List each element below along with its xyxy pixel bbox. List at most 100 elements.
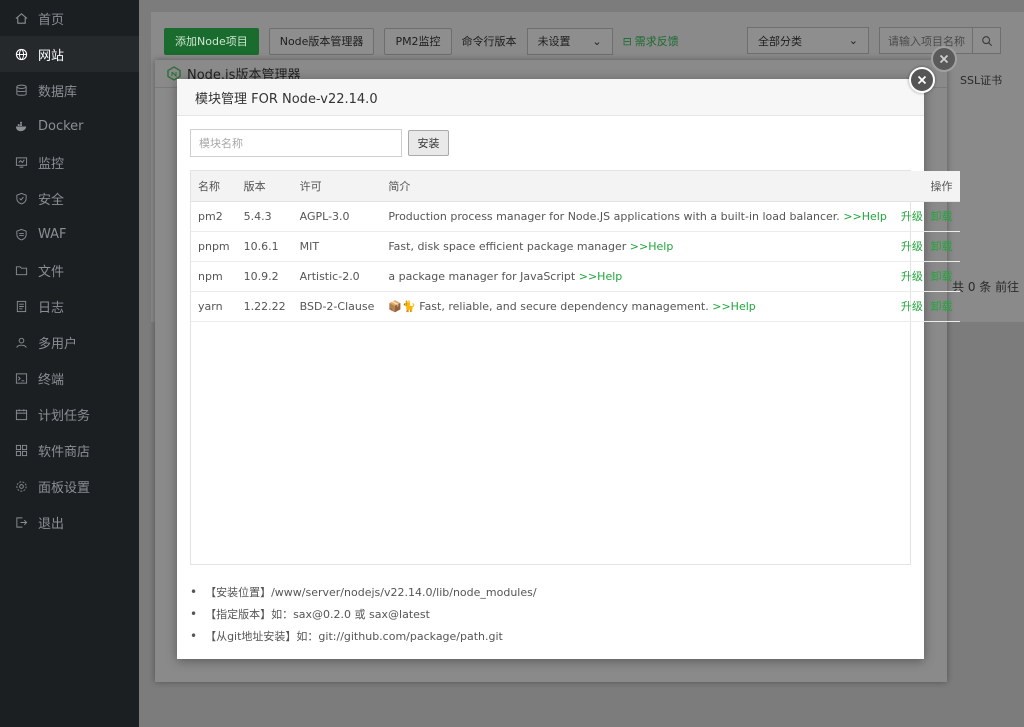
module-desc-cell: 📦🐈 Fast, reliable, and secure dependency… — [381, 291, 894, 322]
sidebar-item-label: 首页 — [38, 12, 65, 28]
right-tools: 全部分类 ⌄ 请输入项目名称 — [747, 27, 1001, 54]
ops-separator: | — [924, 300, 929, 313]
uninstall-link[interactable]: 卸载 — [931, 210, 953, 223]
module-version: 10.6.1 — [236, 231, 293, 262]
category-select[interactable]: 全部分类 ⌄ — [747, 27, 869, 54]
install-button[interactable]: 安装 — [408, 130, 449, 156]
close-icon — [939, 54, 949, 64]
help-link[interactable]: >>Help — [712, 300, 756, 313]
tip-item: 【安装位置】/www/server/nodejs/v22.14.0/lib/no… — [190, 581, 537, 603]
help-link[interactable]: >>Help — [630, 240, 674, 253]
uninstall-link[interactable]: 卸载 — [931, 240, 953, 253]
module-ops: 升级 | 卸载 — [893, 291, 960, 322]
module-desc-cell: Production process manager for Node.JS a… — [381, 201, 894, 232]
col-name-header: 名称 — [191, 171, 237, 202]
tip-item: 【从git地址安装】如：git://github.com/package/pat… — [190, 625, 537, 647]
module-desc: Production process manager for Node.JS a… — [388, 209, 840, 223]
search-icon[interactable] — [972, 28, 1000, 53]
module-name: yarn — [191, 291, 237, 322]
col-version-header: 版本 — [236, 171, 293, 202]
sidebar-item-website[interactable]: 网站 — [0, 36, 139, 72]
module-desc-cell: Fast, disk space efficient package manag… — [381, 231, 894, 262]
sidebar-item-database[interactable]: 数据库 — [0, 72, 139, 108]
cli-version-select[interactable]: 未设置 ⌄ — [526, 27, 613, 55]
add-node-project-button[interactable]: 添加Node项目 — [164, 27, 259, 55]
sidebar-item-files[interactable]: 文件 — [0, 252, 139, 288]
module-license: AGPL-3.0 — [292, 201, 382, 232]
sidebar-item-home[interactable]: 首页 — [0, 0, 139, 36]
module-table: 名称 版本 许可 简介 操作 pm2 5.4.3 AGPL-3.0 Produc… — [190, 170, 960, 565]
module-version: 5.4.3 — [236, 201, 293, 232]
tip-item: 【指定版本】如：sax@0.2.0 或 sax@latest — [190, 603, 537, 625]
sidebar-item-label: 多用户 — [38, 336, 78, 352]
store-icon — [14, 443, 28, 457]
uninstall-link[interactable]: 卸载 — [931, 270, 953, 283]
upgrade-link[interactable]: 升级 — [901, 300, 923, 313]
log-icon — [14, 299, 28, 313]
project-toolbar: 添加Node项目 Node版本管理器 PM2监控 命令行版本 未设置 ⌄ ⊟ 需… — [164, 27, 679, 55]
chevron-down-icon: ⌄ — [592, 34, 602, 48]
sidebar-item-label: 计划任务 — [38, 408, 91, 424]
ops-separator: | — [924, 240, 929, 253]
sidebar-item-label: 面板设置 — [38, 480, 91, 496]
sidebar-item-label: 终端 — [38, 372, 65, 388]
terminal-icon — [14, 371, 28, 385]
sidebar-item-label: 日志 — [38, 300, 65, 316]
sidebar-item-label: 数据库 — [38, 84, 78, 100]
modal-title: 模块管理 FOR Node-v22.14.0 — [177, 79, 924, 116]
module-license: Artistic-2.0 — [292, 261, 382, 292]
search-placeholder: 请输入项目名称 — [888, 34, 965, 48]
sidebar-item-store[interactable]: 软件商店 — [0, 432, 139, 468]
tips-list: 【安装位置】/www/server/nodejs/v22.14.0/lib/no… — [190, 581, 537, 647]
feedback-label: 需求反馈 — [634, 35, 679, 48]
module-desc: 📦🐈 Fast, reliable, and secure dependency… — [388, 299, 709, 313]
sidebar-item-label: 安全 — [38, 192, 65, 208]
help-link[interactable]: >>Help — [843, 210, 887, 223]
sidebar-item-multiuser[interactable]: 多用户 — [0, 324, 139, 360]
calendar-icon — [14, 407, 28, 421]
modal-close-button[interactable] — [909, 67, 935, 93]
sidebar-item-label: 网站 — [38, 48, 65, 64]
sidebar-item-label: 退出 — [38, 516, 65, 532]
home-icon — [14, 11, 28, 25]
table-row: pnpm 10.6.1 MIT Fast, disk space efficie… — [191, 231, 960, 262]
category-value: 全部分类 — [758, 34, 802, 48]
sidebar-item-label: 文件 — [38, 264, 65, 280]
upgrade-link[interactable]: 升级 — [901, 210, 923, 223]
feedback-icon: ⊟ — [622, 34, 632, 48]
sidebar-item-label: 监控 — [38, 156, 65, 172]
sidebar-item-monitor[interactable]: 监控 — [0, 144, 139, 180]
sidebar-item-logs[interactable]: 日志 — [0, 288, 139, 324]
help-link[interactable]: >>Help — [579, 270, 623, 283]
module-name-input[interactable] — [190, 129, 402, 157]
database-icon — [14, 83, 28, 97]
upgrade-link[interactable]: 升级 — [901, 240, 923, 253]
uninstall-link[interactable]: 卸载 — [931, 300, 953, 313]
sidebar-item-docker[interactable]: Docker — [0, 108, 139, 144]
sidebar-item-label: Docker — [38, 118, 84, 134]
sidebar-item-waf[interactable]: WAF — [0, 216, 139, 252]
shield-icon — [14, 191, 28, 205]
module-desc: a package manager for JavaScript — [388, 269, 576, 283]
pm2-monitor-button[interactable]: PM2监控 — [384, 27, 452, 55]
module-desc: Fast, disk space efficient package manag… — [388, 239, 627, 253]
pagination-info: 共 0 条 前往 — [952, 280, 1020, 294]
sidebar-item-cron[interactable]: 计划任务 — [0, 396, 139, 432]
sidebar-item-terminal[interactable]: 终端 — [0, 360, 139, 396]
feedback-link[interactable]: ⊟ 需求反馈 — [623, 33, 679, 49]
cli-version-label: 命令行版本 — [461, 35, 517, 48]
table-row: yarn 1.22.22 BSD-2-Clause 📦🐈 Fast, relia… — [191, 291, 960, 322]
module-ops: 升级 | 卸载 — [893, 261, 960, 292]
gear-icon — [14, 479, 28, 493]
sidebar-item-security[interactable]: 安全 — [0, 180, 139, 216]
module-ops: 升级 | 卸载 — [893, 231, 960, 262]
sidebar-item-settings[interactable]: 面板设置 — [0, 468, 139, 504]
sidebar-item-logout[interactable]: 退出 — [0, 504, 139, 540]
table-header-row: 名称 版本 许可 简介 操作 — [191, 171, 960, 202]
node-version-manager-button[interactable]: Node版本管理器 — [268, 27, 375, 55]
upgrade-link[interactable]: 升级 — [901, 270, 923, 283]
cli-version-value: 未设置 — [537, 35, 571, 48]
module-version: 1.22.22 — [236, 291, 293, 322]
outer-dialog-close-button[interactable] — [931, 46, 957, 72]
chevron-down-icon: ⌄ — [848, 34, 858, 47]
